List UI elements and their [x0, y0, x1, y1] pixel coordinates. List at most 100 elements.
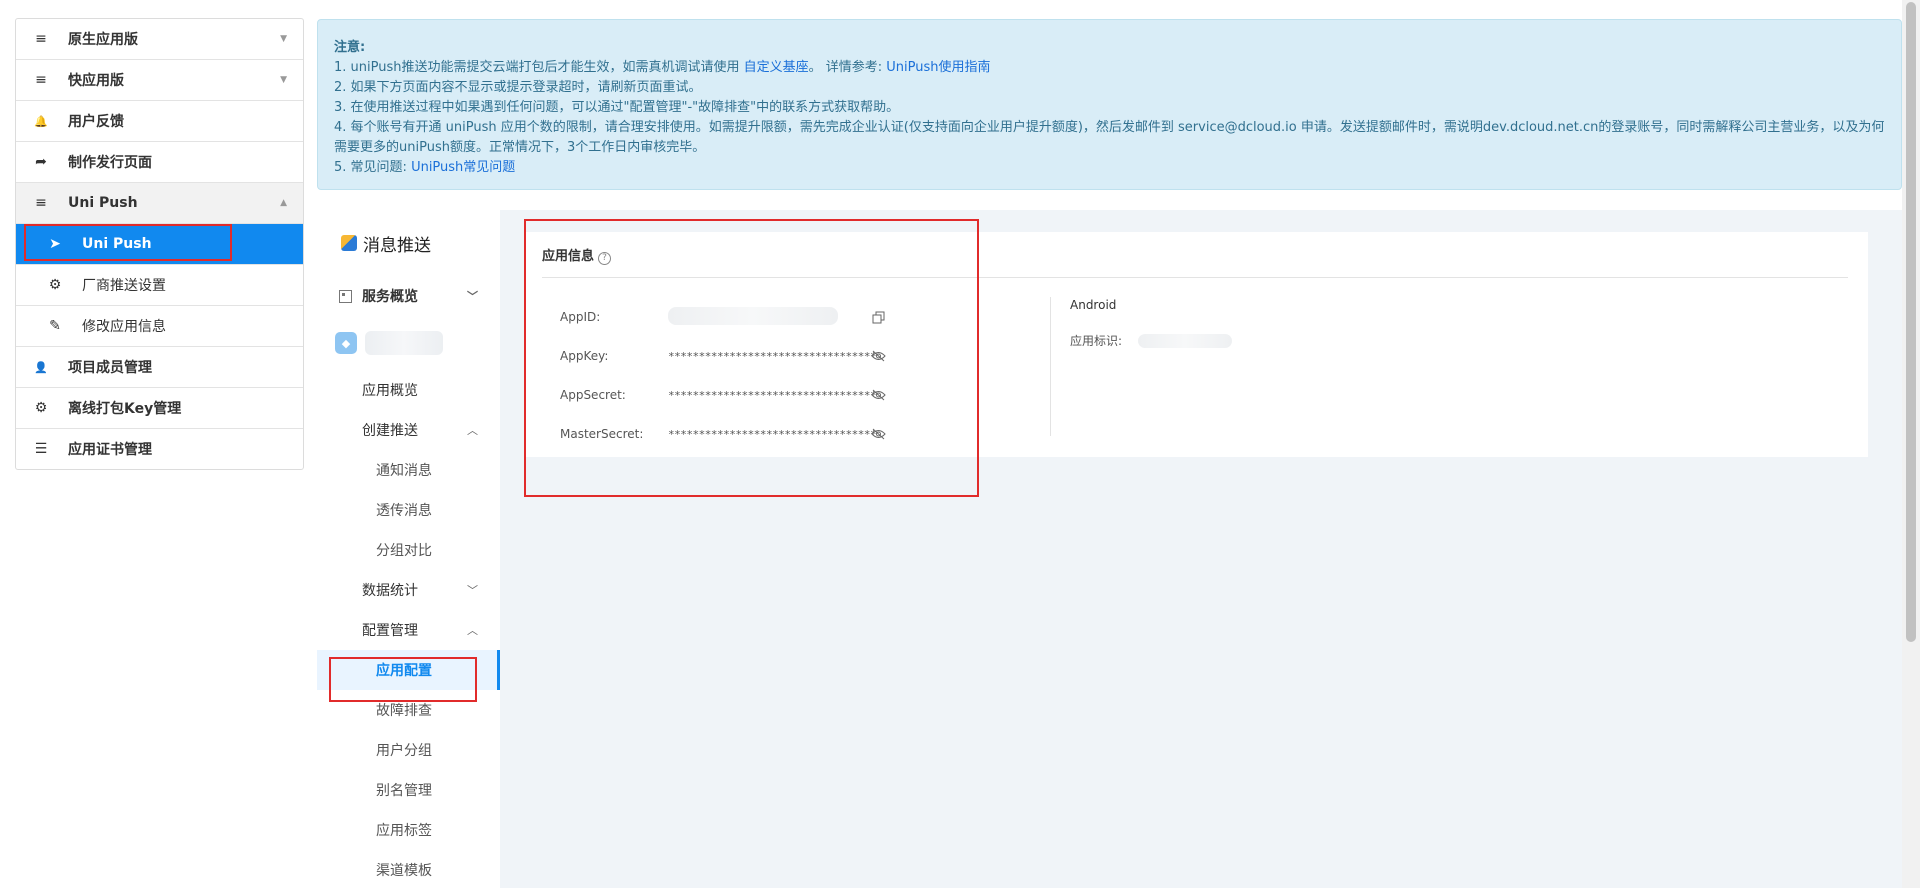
edit-icon: ✎	[49, 318, 61, 334]
appkey-value: **********************************	[668, 349, 877, 363]
appsecret-row: AppSecret: *****************************…	[560, 385, 888, 405]
notice-line: 3. 在使用推送过程中如果遇到任何问题，可以通过"配置管理"-"故障排查"中的联…	[334, 100, 900, 115]
scrollbar-thumb[interactable]	[1906, 2, 1916, 642]
sidebar-item-vendor-push[interactable]: ⚙ 厂商推送设置	[16, 265, 303, 306]
scrollbar[interactable]	[1902, 0, 1920, 888]
notice-line: 1. uniPush推送功能需提交云端打包后才能生效，如需真机调试请使用 自定义…	[334, 58, 1885, 78]
sidebar-item-uni-push-group[interactable]: ≡ Uni Push ▲	[16, 183, 303, 224]
content-area: 应用信息? AppID: AppKey: *******************…	[500, 210, 1902, 888]
appid-value	[668, 306, 868, 328]
nav-label: 应用概览	[362, 383, 418, 399]
chevron-up-icon: ︿	[467, 624, 478, 637]
notice-text: 。 详情参考:	[808, 60, 887, 75]
unipush-faq-link[interactable]: UniPush常见问题	[411, 160, 515, 175]
chevron-down-icon: ﹀	[467, 290, 478, 303]
nav-label: 应用标签	[376, 823, 432, 839]
push-logo-icon	[341, 235, 357, 251]
nav-channel-template[interactable]: 渠道模板	[317, 850, 500, 890]
notice-title: 注意:	[334, 40, 366, 55]
unipush-guide-link[interactable]: UniPush使用指南	[886, 60, 990, 75]
nav-group-compare[interactable]: 分组对比	[317, 530, 500, 570]
nav-label: 故障排查	[376, 703, 432, 719]
sidebar-item-uni-push[interactable]: ➤ Uni Push	[16, 224, 303, 265]
sidebar-item-label: 离线打包Key管理	[68, 401, 182, 417]
appid-row: AppID:	[560, 306, 888, 328]
nav-label: 别名管理	[376, 783, 432, 799]
sidebar-item-label: 修改应用信息	[82, 319, 166, 335]
eye-off-icon[interactable]	[868, 346, 888, 366]
caret-up-icon: ▲	[280, 198, 287, 208]
sidebar-item-label: Uni Push	[68, 195, 138, 211]
nav-app-tags[interactable]: 应用标签	[317, 810, 500, 850]
nav-app-config[interactable]: 应用配置	[317, 650, 500, 690]
app-info-title: 应用信息?	[542, 245, 612, 265]
sidebar-item-native-app[interactable]: ≡ 原生应用版 ▼	[16, 19, 303, 60]
nav-alias-mgmt[interactable]: 别名管理	[317, 770, 500, 810]
nav-config-mgmt[interactable]: 配置管理 ︿	[317, 610, 500, 650]
sidebar-item-label: 制作发行页面	[68, 155, 152, 171]
package-label: 应用标识:	[1070, 334, 1123, 348]
appid-label: AppID:	[560, 310, 601, 324]
nav-troubleshoot[interactable]: 故障排查	[317, 690, 500, 730]
platform-label: Android	[1070, 298, 1117, 312]
sidebar-item-feedback[interactable]: 🔔 用户反馈	[16, 101, 303, 142]
eye-off-icon[interactable]	[868, 424, 888, 444]
nav-label: 服务概览	[362, 289, 418, 305]
notice-text: 5. 常见问题:	[334, 160, 412, 175]
menu-icon: ≡	[35, 195, 47, 211]
sidebar-item-label: 应用证书管理	[68, 442, 152, 458]
nav-label: 通知消息	[376, 463, 432, 479]
nav-user-group[interactable]: 用户分组	[317, 730, 500, 770]
sidebar-item-release-page[interactable]: ➦ 制作发行页面	[16, 142, 303, 183]
nav-create-push[interactable]: 创建推送 ︿	[317, 410, 500, 450]
mastersecret-label: MasterSecret:	[560, 427, 644, 441]
nav-notify-msg[interactable]: 通知消息	[317, 450, 500, 490]
nav-data-stats[interactable]: 数据统计 ﹀	[317, 570, 500, 610]
nav-label: 分组对比	[376, 543, 432, 559]
notice-line: 2. 如果下方页面内容不显示或提示登录超时，请刷新页面重试。	[334, 80, 702, 95]
help-icon[interactable]: ?	[598, 252, 612, 265]
app-info-card: 应用信息? AppID: AppKey: *******************…	[526, 232, 1868, 457]
appkey-row: AppKey: ********************************…	[560, 346, 888, 366]
sidebar-item-certificates[interactable]: ☰ 应用证书管理	[16, 429, 303, 469]
nav-passthrough-msg[interactable]: 透传消息	[317, 490, 500, 530]
nav-label: 创建推送	[362, 423, 418, 439]
nav-service-overview[interactable]: 服务概览 ﹀	[317, 276, 500, 316]
vertical-divider	[1050, 297, 1051, 436]
package-row: 应用标识:	[1070, 332, 1233, 349]
custom-base-link[interactable]: 自定义基座	[744, 60, 809, 75]
menu-icon: ≡	[35, 72, 47, 88]
sidebar-item-label: 项目成员管理	[68, 360, 152, 376]
notice-alert: 注意: 1. uniPush推送功能需提交云端打包后才能生效，如需真机调试请使用…	[317, 19, 1902, 190]
nav-label: 渠道模板	[376, 863, 432, 879]
share-icon: ➦	[35, 154, 47, 170]
nav-label: 用户分组	[376, 743, 432, 759]
app-selector[interactable]: ◆	[317, 316, 500, 370]
chevron-up-icon: ︿	[467, 424, 478, 437]
sidebar-item-offline-key[interactable]: ⚙ 离线打包Key管理	[16, 388, 303, 429]
gear-icon: ⚙	[48, 277, 62, 293]
caret-down-icon: ▼	[280, 34, 287, 44]
user-icon: 👤	[34, 360, 48, 374]
push-nav-title: 消息推送	[363, 235, 431, 256]
sidebar-item-edit-app-info[interactable]: ✎ 修改应用信息	[16, 306, 303, 347]
sidebar-item-quick-app[interactable]: ≡ 快应用版 ▼	[16, 60, 303, 101]
sidebar-item-label: Uni Push	[82, 236, 152, 252]
nav-label: 配置管理	[362, 623, 418, 639]
eye-off-icon[interactable]	[868, 385, 888, 405]
appkey-label: AppKey:	[560, 349, 609, 363]
sidebar-item-label: 快应用版	[68, 73, 124, 89]
paper-plane-icon: ➤	[49, 236, 61, 252]
left-sidebar: ≡ 原生应用版 ▼ ≡ 快应用版 ▼ 🔔 用户反馈 ➦ 制作发行页面 ≡ Uni…	[15, 18, 304, 470]
sidebar-item-members[interactable]: 👤 项目成员管理	[16, 347, 303, 388]
dashboard-icon	[339, 289, 352, 303]
sidebar-item-label: 用户反馈	[68, 114, 124, 130]
nav-app-overview[interactable]: 应用概览	[317, 370, 500, 410]
bell-icon: 🔔	[34, 114, 48, 128]
copy-icon[interactable]	[868, 307, 888, 327]
mastersecret-value: **********************************	[668, 427, 877, 441]
notice-line: 5. 常见问题: UniPush常见问题	[334, 158, 1885, 178]
notice-line: 4. 每个账号有开通 uniPush 应用个数的限制，请合理安排使用。如需提升限…	[334, 120, 1885, 155]
appsecret-value: **********************************	[668, 388, 877, 402]
mastersecret-row: MasterSecret: **************************…	[560, 424, 888, 444]
